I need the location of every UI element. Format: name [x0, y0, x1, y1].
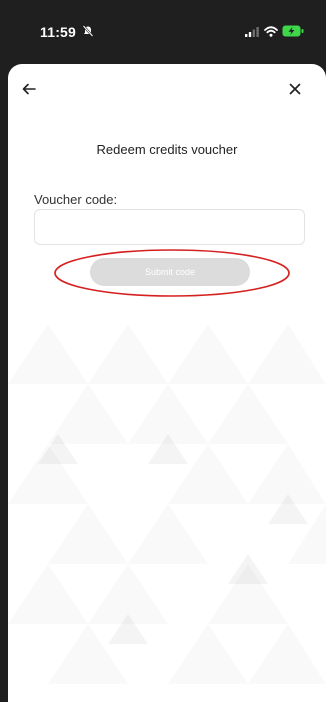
silent-mode-icon	[82, 25, 94, 37]
voucher-code-label: Voucher code:	[34, 192, 118, 207]
signal-icon	[245, 27, 259, 37]
status-bar: 11:59	[0, 0, 326, 62]
back-button[interactable]	[18, 78, 40, 100]
voucher-sheet: Redeem credits voucher Voucher code: Sub…	[8, 64, 326, 702]
page-title: Redeem credits voucher	[96, 142, 238, 157]
status-time: 11:59	[40, 24, 77, 40]
close-button[interactable]	[284, 78, 306, 100]
submit-code-button[interactable]: Submit code	[90, 258, 250, 286]
wifi-icon	[264, 26, 278, 37]
battery-icon	[282, 25, 304, 37]
close-icon	[289, 83, 301, 95]
background-triangle-pattern	[38, 434, 308, 644]
voucher-code-input[interactable]	[34, 209, 305, 245]
back-arrow-icon	[22, 83, 36, 95]
